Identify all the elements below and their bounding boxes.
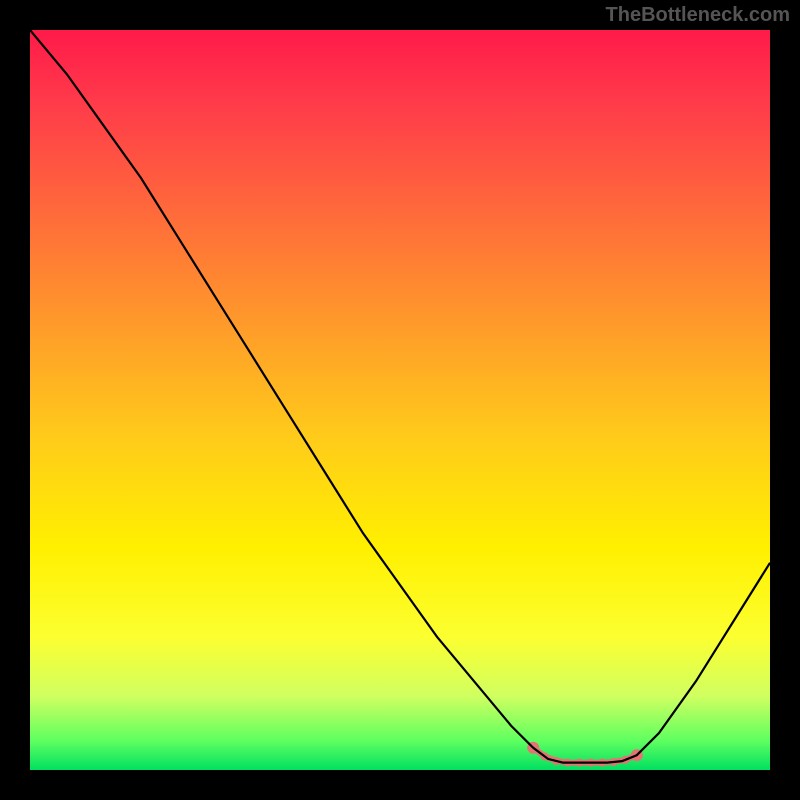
chart-svg [30, 30, 770, 770]
bottleneck-curve [30, 30, 770, 763]
watermark-text: TheBottleneck.com [606, 4, 790, 27]
plot-area [30, 30, 770, 770]
chart-container: TheBottleneck.com [0, 0, 800, 800]
